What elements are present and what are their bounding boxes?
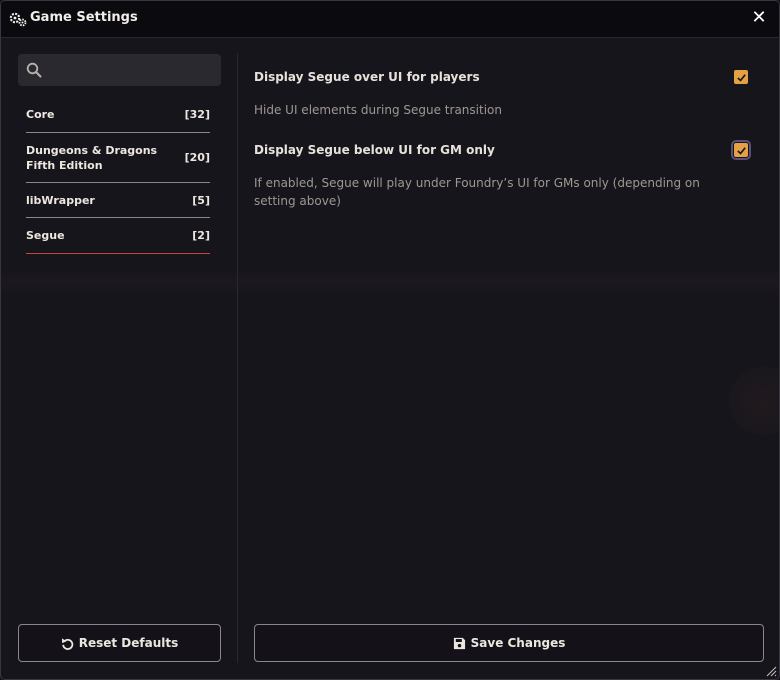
category-label: Segue	[26, 229, 65, 242]
category-label: libWrapper	[26, 193, 95, 207]
category-item-dnd5e[interactable]: Dungeons & Dragons Fifth Edition [20]	[26, 133, 210, 183]
checkmark-icon	[736, 73, 746, 82]
category-item-libwrapper[interactable]: libWrapper [5]	[26, 183, 210, 218]
background-band	[1, 269, 779, 295]
category-item-core[interactable]: Core [32]	[26, 96, 210, 133]
reset-defaults-button[interactable]: Reset Defaults	[18, 624, 221, 662]
gears-icon	[9, 12, 27, 27]
setting-hint-over-ui: Hide UI elements during Segue transition	[254, 103, 502, 117]
category-label: Core	[26, 107, 55, 121]
search-icon	[26, 62, 42, 78]
setting-title-over-ui: Display Segue over UI for players	[254, 70, 480, 84]
setting-hint-below-ui: If enabled, Segue will play under Foundr…	[254, 176, 700, 208]
checkbox-below-ui[interactable]	[731, 140, 751, 160]
window-titlebar[interactable]: Game Settings ✕	[1, 1, 779, 38]
undo-icon	[61, 637, 73, 650]
search-input[interactable]	[50, 60, 214, 82]
save-changes-label: Save Changes	[470, 636, 566, 650]
setting-title-below-ui: Display Segue below UI for GM only	[254, 143, 495, 157]
category-label: Dungeons & Dragons Fifth Edition	[26, 143, 158, 172]
background-circle	[729, 366, 779, 436]
search-box[interactable]	[18, 54, 221, 86]
category-count: [5]	[192, 193, 210, 207]
game-settings-window: Game Settings ✕ Core [32] Dungeons & Dra…	[0, 0, 780, 680]
resize-handle-icon[interactable]	[765, 665, 777, 677]
close-icon[interactable]: ✕	[751, 9, 767, 27]
category-item-segue[interactable]: Segue [2]	[26, 218, 210, 254]
category-list: Core [32] Dungeons & Dragons Fifth Editi…	[26, 96, 210, 254]
reset-defaults-label: Reset Defaults	[78, 636, 179, 650]
panel-divider	[237, 53, 238, 663]
category-count: [2]	[192, 229, 210, 242]
checkmark-icon	[736, 146, 746, 155]
category-count: [20]	[184, 151, 210, 164]
checkbox-over-ui[interactable]	[734, 70, 748, 84]
save-changes-button[interactable]: Save Changes	[254, 624, 764, 662]
save-icon	[453, 637, 465, 649]
window-title: Game Settings	[30, 10, 138, 25]
category-count: [32]	[184, 107, 210, 121]
